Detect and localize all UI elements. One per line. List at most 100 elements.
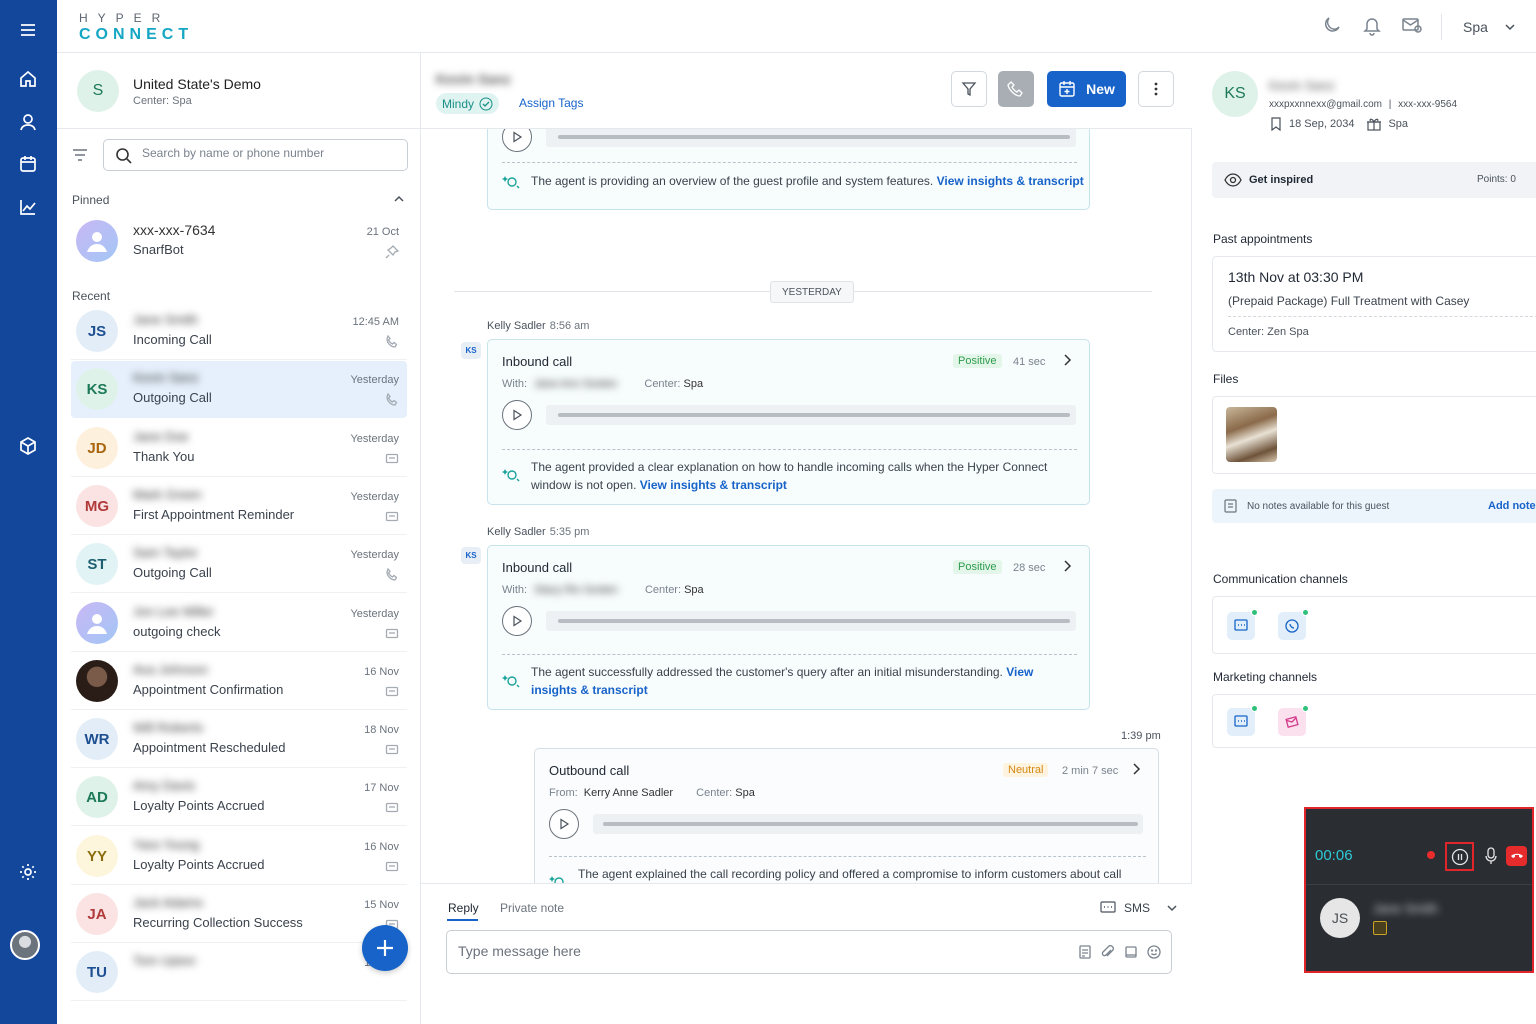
list-item[interactable]: JS Jane Smith Incoming Call 12:45 AM bbox=[71, 303, 407, 360]
tab-private-note[interactable]: Private note bbox=[500, 901, 564, 915]
contact-date: Yesterday bbox=[350, 374, 399, 386]
file-thumbnail[interactable] bbox=[1226, 407, 1277, 462]
list-item[interactable]: Jon Lee Miller outgoing check Yesterday bbox=[71, 595, 407, 652]
list-item[interactable]: AD Amy Davis Loyalty Points Accrued 17 Nov bbox=[71, 769, 407, 826]
play-button[interactable] bbox=[502, 129, 532, 152]
guest-email[interactable]: xxxpxxnnexx@gmail.com bbox=[1269, 99, 1382, 110]
guests-icon[interactable] bbox=[14, 108, 42, 136]
audio-progress[interactable] bbox=[558, 619, 1070, 623]
paperclip-icon[interactable] bbox=[1101, 945, 1115, 959]
contact-date: Yesterday bbox=[350, 608, 399, 620]
guest-name: Kevin Sanz bbox=[436, 71, 511, 87]
add-note-button[interactable]: Add note bbox=[1488, 500, 1536, 512]
play-button[interactable] bbox=[502, 606, 532, 636]
sms-marketing-icon[interactable] bbox=[1227, 705, 1258, 736]
call-card: Inbound call Positive 28 sec With: Stacy… bbox=[487, 545, 1090, 710]
audio-progress[interactable] bbox=[558, 135, 1070, 139]
pin-icon[interactable] bbox=[385, 245, 399, 259]
tag-mindy[interactable]: Mindy bbox=[436, 93, 500, 114]
filter-button[interactable] bbox=[951, 71, 987, 107]
chevron-right-icon[interactable] bbox=[1062, 353, 1072, 367]
outbound-time: 1:39 pm bbox=[1121, 730, 1161, 742]
message-input[interactable] bbox=[458, 943, 1058, 959]
hang-up-icon bbox=[1510, 853, 1523, 858]
microphone-icon[interactable] bbox=[1484, 846, 1498, 866]
insight-text: The agent explained the call recording p… bbox=[578, 867, 1122, 881]
view-insights-link[interactable]: View insights & transcript bbox=[937, 174, 1084, 188]
new-button[interactable]: New bbox=[1047, 71, 1126, 107]
list-item[interactable]: TUTom Upton14 Nov bbox=[71, 944, 407, 1001]
day-divider: YESTERDAY bbox=[770, 281, 854, 303]
marketing-channels-box bbox=[1212, 694, 1536, 748]
menu-icon[interactable] bbox=[14, 16, 42, 44]
message-icon bbox=[385, 510, 399, 524]
eye-icon bbox=[1224, 173, 1242, 187]
get-inspired-bar[interactable]: Get inspired Points: 0 bbox=[1212, 162, 1536, 198]
email-marketing-icon[interactable] bbox=[1278, 705, 1309, 736]
channel-selector[interactable]: SMS bbox=[1100, 901, 1178, 915]
list-item[interactable]: ST Sam Taylor Outgoing Call Yesterday bbox=[71, 536, 407, 593]
tab-reply[interactable]: Reply bbox=[448, 901, 479, 915]
play-button[interactable] bbox=[549, 809, 579, 839]
list-item[interactable]: WR Will Roberts Appointment Rescheduled 18 … bbox=[71, 711, 407, 768]
chevron-right-icon[interactable] bbox=[1131, 762, 1141, 776]
dark-mode-icon[interactable] bbox=[1321, 14, 1343, 36]
ai-summary: The agent explained the call recording p… bbox=[578, 865, 1128, 883]
contact-date: 16 Nov bbox=[364, 841, 399, 853]
list-item[interactable]: MG Mark Green First Appointment Reminder Ye… bbox=[71, 478, 407, 535]
emoji-icon[interactable] bbox=[1147, 945, 1161, 959]
account-header[interactable]: S United State's Demo Center: Spa bbox=[57, 53, 421, 129]
list-item[interactable]: YY Yara Young Loyalty Points Accrued 16 Nov bbox=[71, 828, 407, 885]
files-box bbox=[1212, 396, 1536, 474]
home-icon[interactable] bbox=[14, 65, 42, 93]
calendar-icon[interactable] bbox=[14, 150, 42, 178]
filter-list-icon[interactable] bbox=[71, 147, 89, 163]
audio-progress[interactable] bbox=[603, 822, 1138, 826]
message-icon bbox=[385, 627, 399, 641]
more-options-button[interactable] bbox=[1138, 71, 1174, 107]
chevron-up-icon[interactable] bbox=[393, 193, 405, 205]
conversation-header: Kevin Sanz Mindy Assign Tags New bbox=[421, 53, 1192, 129]
ai-sparkle-icon bbox=[502, 466, 520, 482]
view-insights-link[interactable]: View insights & transcript bbox=[640, 478, 787, 492]
pause-button[interactable] bbox=[1445, 842, 1474, 871]
hang-up-button[interactable] bbox=[1506, 846, 1527, 866]
analytics-icon[interactable] bbox=[14, 193, 42, 221]
with-name: Stacy Rix Sosten bbox=[534, 584, 618, 596]
search-input[interactable] bbox=[142, 146, 392, 160]
template-icon[interactable] bbox=[1078, 945, 1092, 959]
audio-progress[interactable] bbox=[558, 413, 1070, 417]
call-meta: From: Kerry Anne Sadler Center: Spa bbox=[549, 787, 755, 799]
package-icon[interactable] bbox=[14, 432, 42, 460]
contacts-panel: S United State's Demo Center: Spa Pinned… bbox=[57, 53, 421, 1024]
play-button[interactable] bbox=[502, 400, 532, 430]
guest-phone[interactable]: xxx-xxx-9564 bbox=[1398, 99, 1457, 110]
appointment-card[interactable]: 13th Nov at 03:30 PM (Prepaid Package) F… bbox=[1212, 256, 1536, 352]
chevron-right-icon[interactable] bbox=[1062, 559, 1072, 573]
list-item[interactable]: JA Jack Adams Recurring Collection Success… bbox=[71, 886, 407, 943]
mail-settings-icon[interactable] bbox=[1401, 14, 1423, 36]
bell-icon[interactable] bbox=[1361, 14, 1383, 36]
list-item[interactable]: KS Kevin Sanz Outgoing Call Yesterday bbox=[71, 361, 407, 418]
tablet-icon[interactable] bbox=[1124, 945, 1138, 959]
contact-message: SnarfBot bbox=[133, 242, 184, 257]
pinned-label: Pinned bbox=[72, 193, 110, 207]
whatsapp-channel-icon[interactable] bbox=[1278, 609, 1309, 640]
assign-tags-link[interactable]: Assign Tags bbox=[519, 96, 583, 110]
center-label: Center: bbox=[644, 378, 681, 390]
user-avatar[interactable] bbox=[10, 930, 40, 960]
center-selector[interactable]: Spa bbox=[1463, 19, 1516, 35]
message-icon bbox=[385, 743, 399, 757]
contact-message: First Appointment Reminder bbox=[133, 507, 295, 522]
list-item[interactable]: JD Jane Doe Thank You Yesterday bbox=[71, 420, 407, 477]
pinned-item[interactable]: xxx-xxx-7634 SnarfBot 21 Oct bbox=[71, 213, 407, 270]
call-button[interactable] bbox=[998, 71, 1034, 107]
settings-icon[interactable] bbox=[14, 858, 42, 886]
add-conversation-button[interactable] bbox=[362, 925, 408, 971]
sender-name: Kelly Sadler bbox=[487, 320, 546, 332]
sms-icon bbox=[1100, 901, 1116, 913]
list-item[interactable]: Ava Johnson Appointment Confirmation 16 No… bbox=[71, 653, 407, 710]
divider bbox=[1228, 316, 1536, 317]
sms-channel-icon[interactable] bbox=[1227, 609, 1258, 640]
ai-sparkle-icon bbox=[549, 873, 567, 883]
